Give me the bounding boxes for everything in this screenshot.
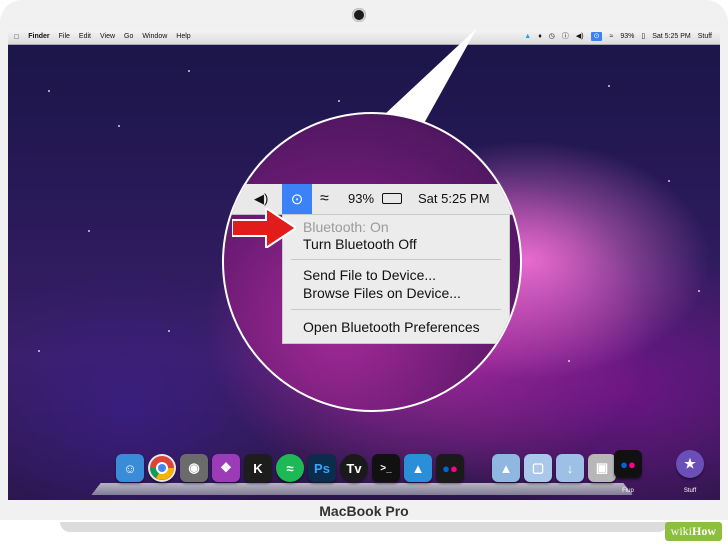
menu-window[interactable]: Window xyxy=(142,33,167,42)
laptop-frame:  Finder File Edit View Go Window Help ▲… xyxy=(0,0,728,546)
photo-booth-icon[interactable]: ◉ xyxy=(180,454,208,482)
trash-icon[interactable]: ▣ xyxy=(588,454,616,482)
documents-folder-icon[interactable]: ▢ xyxy=(524,454,552,482)
flup-dock-icon[interactable]: ● ● xyxy=(614,450,642,478)
browse-files-item[interactable]: Browse Files on Device... xyxy=(303,285,461,301)
clock[interactable]: Sat 5:25 PM xyxy=(652,33,691,40)
chrome-icon[interactable] xyxy=(148,454,176,482)
star xyxy=(698,290,700,292)
flickr-icon[interactable]: ● ● xyxy=(436,454,464,482)
user-menu[interactable]: Stuff xyxy=(698,33,712,40)
downloads-folder-icon[interactable]: ↓ xyxy=(556,454,584,482)
info-icon[interactable]: ⓘ xyxy=(562,32,569,41)
wikihow-watermark: wikiHow xyxy=(664,522,722,541)
menu-finder[interactable]: Finder xyxy=(28,33,49,42)
star xyxy=(168,330,170,332)
menu-edit[interactable]: Edit xyxy=(79,33,91,42)
volume-icon[interactable]: ◀) xyxy=(576,32,584,41)
menu-go[interactable]: Go xyxy=(124,33,133,42)
star xyxy=(608,85,610,87)
star xyxy=(338,100,340,102)
send-file-item[interactable]: Send File to Device... xyxy=(303,267,436,283)
wifi-icon[interactable]: ≈ xyxy=(609,32,613,41)
twitter-dock-icon[interactable]: ▲ xyxy=(404,454,432,482)
zoom-battery-icon[interactable] xyxy=(382,193,402,204)
terminal-icon[interactable]: >_ xyxy=(372,454,400,482)
menu-separator xyxy=(291,309,501,310)
laptop-hinge xyxy=(60,522,668,532)
star xyxy=(48,90,50,92)
star xyxy=(668,180,670,182)
finder-icon[interactable]: ☺ xyxy=(116,454,144,482)
red-arrow-icon xyxy=(232,208,296,248)
script-editor-icon[interactable]: ❖ xyxy=(212,454,240,482)
dropbox-icon[interactable]: ♦ xyxy=(538,32,542,41)
applications-folder-icon[interactable]: ▲ xyxy=(492,454,520,482)
bluetooth-status: Bluetooth: On xyxy=(303,219,389,235)
star xyxy=(118,125,120,127)
battery-percent: 93% xyxy=(620,33,635,40)
twitter-icon[interactable]: ▲ xyxy=(524,32,531,41)
menu-separator xyxy=(291,259,501,260)
stuff-label: Stuff xyxy=(683,488,697,494)
bluetooth-icon[interactable]: ⊙ xyxy=(590,32,603,41)
zoom-partial-icon: ) xyxy=(232,191,237,206)
turn-bluetooth-off-item[interactable]: Turn Bluetooth Off xyxy=(303,236,417,252)
zoom-clock[interactable]: Sat 5:25 PM xyxy=(418,191,490,206)
zoom-callout: ) ◀) ≈ 93% Sat 5:25 PM ⊙ Bluetooth: On T… xyxy=(222,112,522,412)
dock-shelf xyxy=(91,483,633,496)
stuff-dock-icon[interactable]: ★ xyxy=(676,450,704,478)
k-app-icon[interactable]: K xyxy=(244,454,272,482)
photoshop-icon[interactable]: Ps xyxy=(308,454,336,482)
star xyxy=(568,360,570,362)
menu-bar:  Finder File Edit View Go Window Help ▲… xyxy=(8,30,720,45)
time-machine-icon[interactable]: ◷ xyxy=(549,32,555,41)
camera-icon xyxy=(352,8,366,22)
zoom-battery-percent: 93% xyxy=(348,191,375,206)
menu-help[interactable]: Help xyxy=(176,33,190,42)
tv-app-icon[interactable]: Tv xyxy=(340,454,368,482)
spotify-icon[interactable]: ≈ xyxy=(276,454,304,482)
menu-view[interactable]: View xyxy=(100,33,115,42)
zoom-volume-icon[interactable]: ◀) xyxy=(254,191,268,207)
star xyxy=(38,350,40,352)
zoom-wifi-icon[interactable]: ≈ xyxy=(320,190,329,208)
star xyxy=(88,230,90,232)
apple-icon[interactable]:  xyxy=(14,33,19,42)
open-bluetooth-preferences-item[interactable]: Open Bluetooth Preferences xyxy=(303,319,480,335)
flup-label: Flup xyxy=(622,488,634,494)
menu-file[interactable]: File xyxy=(59,33,70,42)
brand-label: MacBook Pro xyxy=(319,503,409,519)
dock: ☺ ◉ ❖ K ≈ Ps Tv >_ ▲ ● ● ▲ ▢ ↓ ▣ xyxy=(91,448,633,500)
star xyxy=(188,70,190,72)
bluetooth-dropdown: Bluetooth: On Turn Bluetooth Off Send Fi… xyxy=(282,214,510,344)
battery-icon[interactable]: ▯ xyxy=(641,32,645,41)
